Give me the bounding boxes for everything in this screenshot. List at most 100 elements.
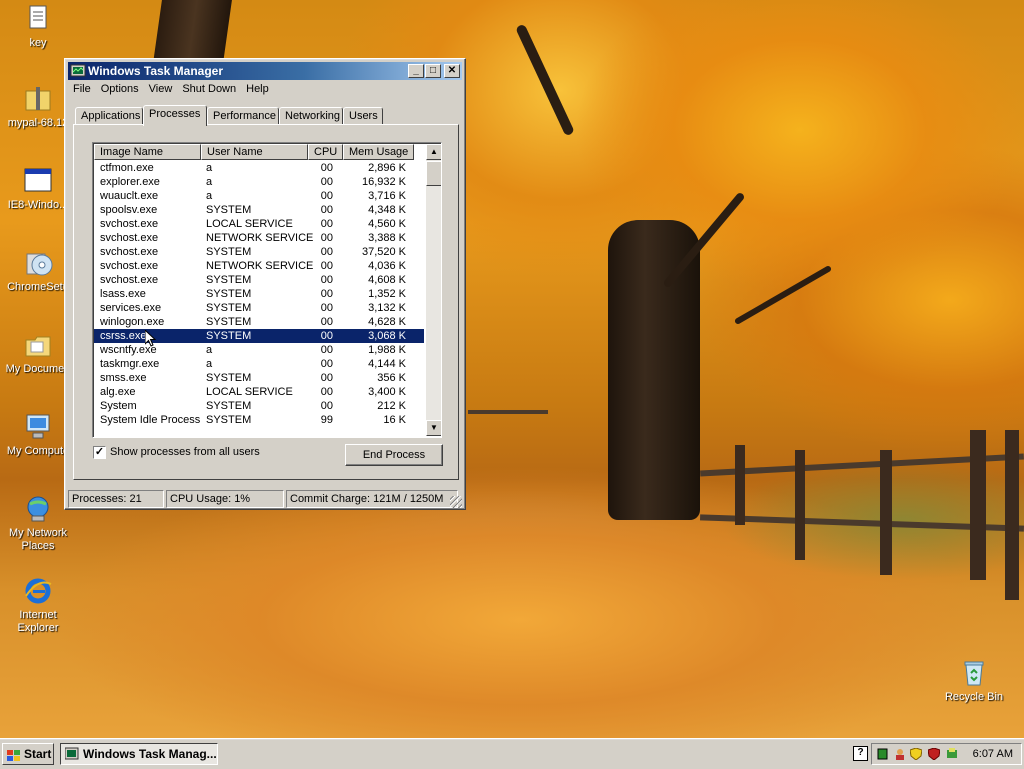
process-mem-usage: 4,608 K — [368, 274, 406, 286]
desktop-icon-recycle-bin[interactable]: Recycle Bin — [936, 658, 1012, 704]
minimize-button[interactable]: _ — [408, 64, 424, 78]
process-user-name: SYSTEM — [206, 274, 252, 286]
close-button[interactable]: ✕ — [444, 64, 460, 78]
scroll-up-button[interactable]: ▲ — [426, 144, 441, 160]
network-tray-icon[interactable] — [877, 748, 889, 760]
process-cpu: 00 — [320, 400, 333, 412]
security-shield-icon[interactable] — [909, 747, 923, 761]
start-label: Start — [24, 747, 52, 761]
table-row[interactable]: svchost.exe LOCAL SERVICE 00 4,560 K — [94, 217, 424, 231]
desktop-icon-label: My Network — [8, 527, 68, 539]
maximize-button[interactable]: □ — [425, 64, 441, 78]
process-mem-usage: 16,932 K — [361, 176, 406, 188]
user-tray-icon[interactable] — [894, 748, 906, 760]
process-image-name: svchost.exe — [100, 246, 159, 258]
fence-post — [880, 450, 892, 575]
process-mem-usage: 212 K — [377, 400, 406, 412]
start-button[interactable]: Start — [2, 743, 54, 765]
show-all-users-checkbox[interactable]: ✓ — [93, 446, 106, 459]
tab-processes[interactable]: Processes — [143, 105, 207, 126]
table-row[interactable]: svchost.exe NETWORK SERVICE 00 4,036 K — [94, 259, 424, 273]
show-all-users-label[interactable]: Show processes from all users — [110, 446, 260, 458]
alert-shield-icon[interactable] — [927, 747, 941, 761]
taskbar-item-task-manager[interactable]: Windows Task Manag... — [60, 743, 218, 765]
process-image-name: services.exe — [100, 302, 162, 314]
process-cpu: 00 — [320, 204, 333, 216]
process-list-header: Image Name User Name CPU Mem Usage — [94, 144, 424, 160]
scroll-thumb[interactable] — [426, 161, 441, 186]
process-image-name: wuauclt.exe — [100, 190, 159, 202]
installer-window-icon — [23, 166, 53, 196]
process-image-name: lsass.exe — [100, 288, 146, 300]
status-cpu-usage: CPU Usage: 1% — [166, 490, 284, 508]
tab-users[interactable]: Users — [343, 107, 383, 124]
menu-file[interactable]: File — [68, 81, 96, 95]
task-manager-window[interactable]: Windows Task Manager _ □ ✕ File Options Vi… — [64, 58, 466, 510]
column-user-name[interactable]: User Name — [201, 144, 308, 160]
tab-networking[interactable]: Networking — [279, 107, 343, 124]
table-row[interactable]: wuauclt.exe a 00 3,716 K — [94, 189, 424, 203]
table-row[interactable]: explorer.exe a 00 16,932 K — [94, 175, 424, 189]
process-cpu: 00 — [320, 302, 333, 314]
column-cpu[interactable]: CPU — [308, 144, 343, 160]
process-user-name: SYSTEM — [206, 414, 252, 426]
system-tray: 6:07 AM — [871, 743, 1022, 765]
process-mem-usage: 2,896 K — [368, 162, 406, 174]
menu-options[interactable]: Options — [96, 81, 144, 95]
end-process-button[interactable]: End Process — [345, 444, 443, 466]
fence-post — [1005, 430, 1019, 600]
mouse-cursor-icon — [145, 330, 157, 347]
table-row[interactable]: lsass.exe SYSTEM 00 1,352 K — [94, 287, 424, 301]
process-list[interactable]: Image Name User Name CPU Mem Usage ctfmo… — [92, 142, 442, 438]
clock[interactable]: 6:07 AM — [973, 744, 1013, 764]
process-image-name: winlogon.exe — [100, 316, 165, 328]
table-row[interactable]: svchost.exe SYSTEM 00 4,608 K — [94, 273, 424, 287]
process-user-name: SYSTEM — [206, 302, 252, 314]
table-row[interactable]: svchost.exe SYSTEM 00 37,520 K — [94, 245, 424, 259]
process-cpu: 99 — [320, 414, 333, 426]
desktop-icon-label: key — [29, 37, 47, 49]
table-row[interactable]: winlogon.exe SYSTEM 00 4,628 K — [94, 315, 424, 329]
table-row[interactable]: System Idle Process SYSTEM 99 16 K — [94, 413, 424, 427]
table-row[interactable]: svchost.exe NETWORK SERVICE 00 3,388 K — [94, 231, 424, 245]
process-image-name: taskmgr.exe — [100, 358, 160, 370]
table-row[interactable]: taskmgr.exe a 00 4,144 K — [94, 357, 424, 371]
menu-view[interactable]: View — [144, 81, 178, 95]
process-image-name: ctfmon.exe — [100, 162, 154, 174]
process-image-name: System Idle Process — [100, 414, 201, 426]
title-bar[interactable]: Windows Task Manager _ □ ✕ — [68, 62, 462, 80]
table-row[interactable]: wscntfy.exe a 00 1,988 K — [94, 343, 424, 357]
process-mem-usage: 16 K — [383, 414, 406, 426]
table-row[interactable]: ctfmon.exe a 00 2,896 K — [94, 161, 424, 175]
column-image-name[interactable]: Image Name — [94, 144, 201, 160]
table-row[interactable]: spoolsv.exe SYSTEM 00 4,348 K — [94, 203, 424, 217]
table-row[interactable]: services.exe SYSTEM 00 3,132 K — [94, 301, 424, 315]
table-row[interactable]: smss.exe SYSTEM 00 356 K — [94, 371, 424, 385]
status-processes: Processes: 21 — [68, 490, 164, 508]
table-row[interactable]: csrss.exe SYSTEM 00 3,068 K — [94, 329, 424, 343]
vertical-scrollbar[interactable]: ▲ ▼ — [426, 144, 441, 436]
menu-shut-down[interactable]: Shut Down — [177, 81, 241, 95]
resize-grip[interactable] — [450, 496, 462, 508]
process-user-name: SYSTEM — [206, 372, 252, 384]
taskbar: Start Windows Task Manag... 6:07 AM — [0, 738, 1024, 769]
process-user-name: a — [206, 190, 213, 202]
menu-help[interactable]: Help — [241, 81, 274, 95]
process-image-name: csrss.exe — [100, 330, 147, 342]
zip-folder-icon — [23, 84, 53, 114]
column-mem-usage[interactable]: Mem Usage — [343, 144, 414, 160]
process-cpu: 00 — [320, 344, 333, 356]
scroll-down-button[interactable]: ▼ — [426, 420, 441, 436]
window-title: Windows Task Manager — [88, 64, 224, 78]
desktop-icon-key[interactable]: key — [0, 4, 76, 50]
process-mem-usage: 1,988 K — [368, 344, 406, 356]
table-row[interactable]: alg.exe LOCAL SERVICE 00 3,400 K — [94, 385, 424, 399]
table-row[interactable]: System SYSTEM 00 212 K — [94, 399, 424, 413]
setup-cd-icon — [23, 248, 53, 278]
process-user-name: a — [206, 344, 213, 356]
help-icon[interactable]: ? — [853, 746, 868, 761]
tab-performance[interactable]: Performance — [207, 107, 279, 124]
tab-applications[interactable]: Applications — [75, 107, 143, 124]
updates-tray-icon[interactable] — [946, 748, 958, 760]
desktop-icon-internet-explorer[interactable]: Internet Explorer — [0, 576, 76, 635]
